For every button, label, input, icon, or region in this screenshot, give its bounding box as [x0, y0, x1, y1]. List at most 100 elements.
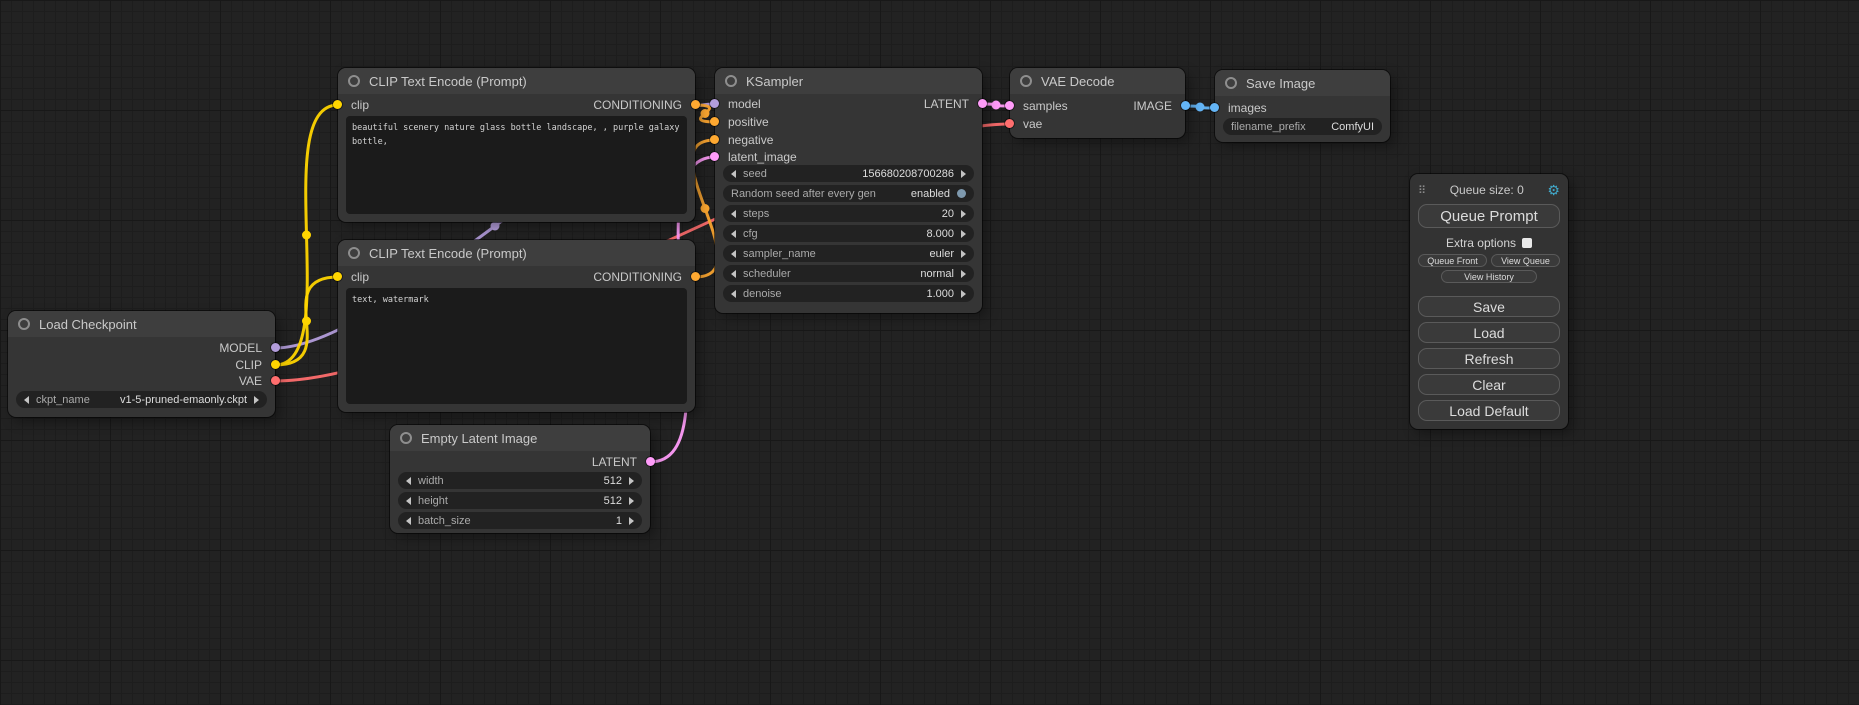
queue-prompt-button[interactable]: Queue Prompt	[1418, 204, 1560, 228]
save-button[interactable]: Save	[1418, 296, 1560, 317]
widget-sampler-name[interactable]: sampler_name euler	[723, 245, 974, 262]
increment-arrow-icon[interactable]	[961, 170, 966, 178]
collapse-dot-icon[interactable]	[18, 318, 30, 330]
output-slot-latent: LATENT	[592, 455, 637, 469]
output-dot-vae[interactable]	[271, 376, 280, 385]
input-dot-negative[interactable]	[710, 135, 719, 144]
view-history-button[interactable]: View History	[1441, 270, 1537, 283]
node-title-bar[interactable]: CLIP Text Encode (Prompt)	[338, 68, 695, 94]
refresh-button[interactable]: Refresh	[1418, 348, 1560, 369]
increment-arrow-icon[interactable]	[629, 497, 634, 505]
output-dot-conditioning[interactable]	[691, 100, 700, 109]
output-slot-image: IMAGE	[1133, 99, 1172, 113]
node-title-bar[interactable]: VAE Decode	[1010, 68, 1185, 94]
output-dot-clip[interactable]	[271, 360, 280, 369]
input-slot-samples: samples	[1023, 99, 1068, 113]
input-dot-model[interactable]	[710, 99, 719, 108]
node-load-checkpoint[interactable]: Load Checkpoint MODEL CLIP VAE ckpt_name…	[8, 311, 275, 417]
widget-name-label: height	[418, 495, 448, 507]
settings-gear-icon[interactable]: ⚙	[1547, 183, 1560, 197]
output-dot-image[interactable]	[1181, 101, 1190, 110]
collapse-dot-icon[interactable]	[400, 432, 412, 444]
node-ksampler[interactable]: KSampler model positive negative latent_…	[715, 68, 982, 313]
node-title: Load Checkpoint	[39, 317, 137, 332]
widget-cfg[interactable]: cfg 8.000	[723, 225, 974, 242]
node-title-bar[interactable]: Load Checkpoint	[8, 311, 275, 337]
toggle-dot-icon[interactable]	[957, 189, 966, 198]
output-label-vae: VAE	[239, 374, 262, 388]
decrement-arrow-icon[interactable]	[406, 477, 411, 485]
increment-arrow-icon[interactable]	[629, 517, 634, 525]
decrement-arrow-icon[interactable]	[731, 270, 736, 278]
decrement-arrow-icon[interactable]	[731, 250, 736, 258]
widget-value-label: 1	[616, 515, 622, 527]
decrement-arrow-icon[interactable]	[731, 230, 736, 238]
output-dot-model[interactable]	[271, 343, 280, 352]
decrement-arrow-icon[interactable]	[406, 517, 411, 525]
decrement-arrow-icon[interactable]	[406, 497, 411, 505]
output-dot-latent[interactable]	[646, 457, 655, 466]
node-canvas[interactable]: Load Checkpoint MODEL CLIP VAE ckpt_name…	[0, 0, 1859, 705]
prompt-textarea[interactable]: beautiful scenery nature glass bottle la…	[346, 116, 687, 214]
widget-denoise[interactable]: denoise 1.000	[723, 285, 974, 302]
node-title-bar[interactable]: CLIP Text Encode (Prompt)	[338, 240, 695, 266]
input-dot-clip[interactable]	[333, 100, 342, 109]
increment-arrow-icon[interactable]	[961, 290, 966, 298]
collapse-dot-icon[interactable]	[348, 75, 360, 87]
input-dot-images[interactable]	[1210, 103, 1219, 112]
extra-options-checkbox[interactable]	[1522, 238, 1532, 248]
input-dot-latent-image[interactable]	[710, 152, 719, 161]
collapse-dot-icon[interactable]	[1225, 77, 1237, 89]
node-title-bar[interactable]: Empty Latent Image	[390, 425, 650, 451]
node-vae-decode[interactable]: VAE Decode samples vae IMAGE	[1010, 68, 1185, 138]
node-save-image[interactable]: Save Image images filename_prefix ComfyU…	[1215, 70, 1390, 142]
widget-height[interactable]: height 512	[398, 492, 642, 509]
input-dot-positive[interactable]	[710, 117, 719, 126]
widget-filename-prefix[interactable]: filename_prefix ComfyUI	[1223, 118, 1382, 135]
widget-batch-size[interactable]: batch_size 1	[398, 512, 642, 529]
collapse-dot-icon[interactable]	[1020, 75, 1032, 87]
load-default-button[interactable]: Load Default	[1418, 400, 1560, 421]
widget-value-label: 8.000	[926, 228, 954, 240]
output-dot-conditioning[interactable]	[691, 272, 700, 281]
input-label-vae: vae	[1023, 117, 1042, 131]
output-dot-latent[interactable]	[978, 99, 987, 108]
widget-random-seed[interactable]: Random seed after every gen enabled	[723, 185, 974, 202]
increment-arrow-icon[interactable]	[961, 230, 966, 238]
increment-arrow-icon[interactable]	[961, 210, 966, 218]
increment-arrow-icon[interactable]	[254, 396, 259, 404]
widget-ckpt-name[interactable]: ckpt_name v1-5-pruned-emaonly.ckpt	[16, 391, 267, 408]
widget-name-label: cfg	[743, 228, 758, 240]
decrement-arrow-icon[interactable]	[731, 210, 736, 218]
clear-button[interactable]: Clear	[1418, 374, 1560, 395]
widget-width[interactable]: width 512	[398, 472, 642, 489]
load-button[interactable]: Load	[1418, 322, 1560, 343]
widget-value-label: ComfyUI	[1331, 121, 1374, 133]
node-empty-latent-image[interactable]: Empty Latent Image LATENT width 512 heig…	[390, 425, 650, 533]
node-clip-text-encode-negative[interactable]: CLIP Text Encode (Prompt) clip CONDITION…	[338, 240, 695, 412]
node-title-bar[interactable]: Save Image	[1215, 70, 1390, 96]
increment-arrow-icon[interactable]	[961, 270, 966, 278]
node-clip-text-encode-positive[interactable]: CLIP Text Encode (Prompt) clip CONDITION…	[338, 68, 695, 222]
increment-arrow-icon[interactable]	[961, 250, 966, 258]
input-label-model: model	[728, 97, 761, 111]
input-dot-vae[interactable]	[1005, 119, 1014, 128]
collapse-dot-icon[interactable]	[725, 75, 737, 87]
input-dot-clip[interactable]	[333, 272, 342, 281]
increment-arrow-icon[interactable]	[629, 477, 634, 485]
decrement-arrow-icon[interactable]	[731, 290, 736, 298]
widget-steps[interactable]: steps 20	[723, 205, 974, 222]
widget-seed[interactable]: seed 156680208700286	[723, 165, 974, 182]
queue-front-button[interactable]: Queue Front	[1418, 254, 1487, 267]
drag-handle-icon[interactable]: ⠿	[1418, 184, 1426, 197]
input-label-clip: clip	[351, 270, 369, 284]
decrement-arrow-icon[interactable]	[24, 396, 29, 404]
view-queue-button[interactable]: View Queue	[1491, 254, 1560, 267]
link-midpoint-dot	[701, 204, 710, 213]
node-title-bar[interactable]: KSampler	[715, 68, 982, 94]
prompt-textarea[interactable]: text, watermark	[346, 288, 687, 404]
collapse-dot-icon[interactable]	[348, 247, 360, 259]
input-dot-samples[interactable]	[1005, 101, 1014, 110]
decrement-arrow-icon[interactable]	[731, 170, 736, 178]
widget-scheduler[interactable]: scheduler normal	[723, 265, 974, 282]
